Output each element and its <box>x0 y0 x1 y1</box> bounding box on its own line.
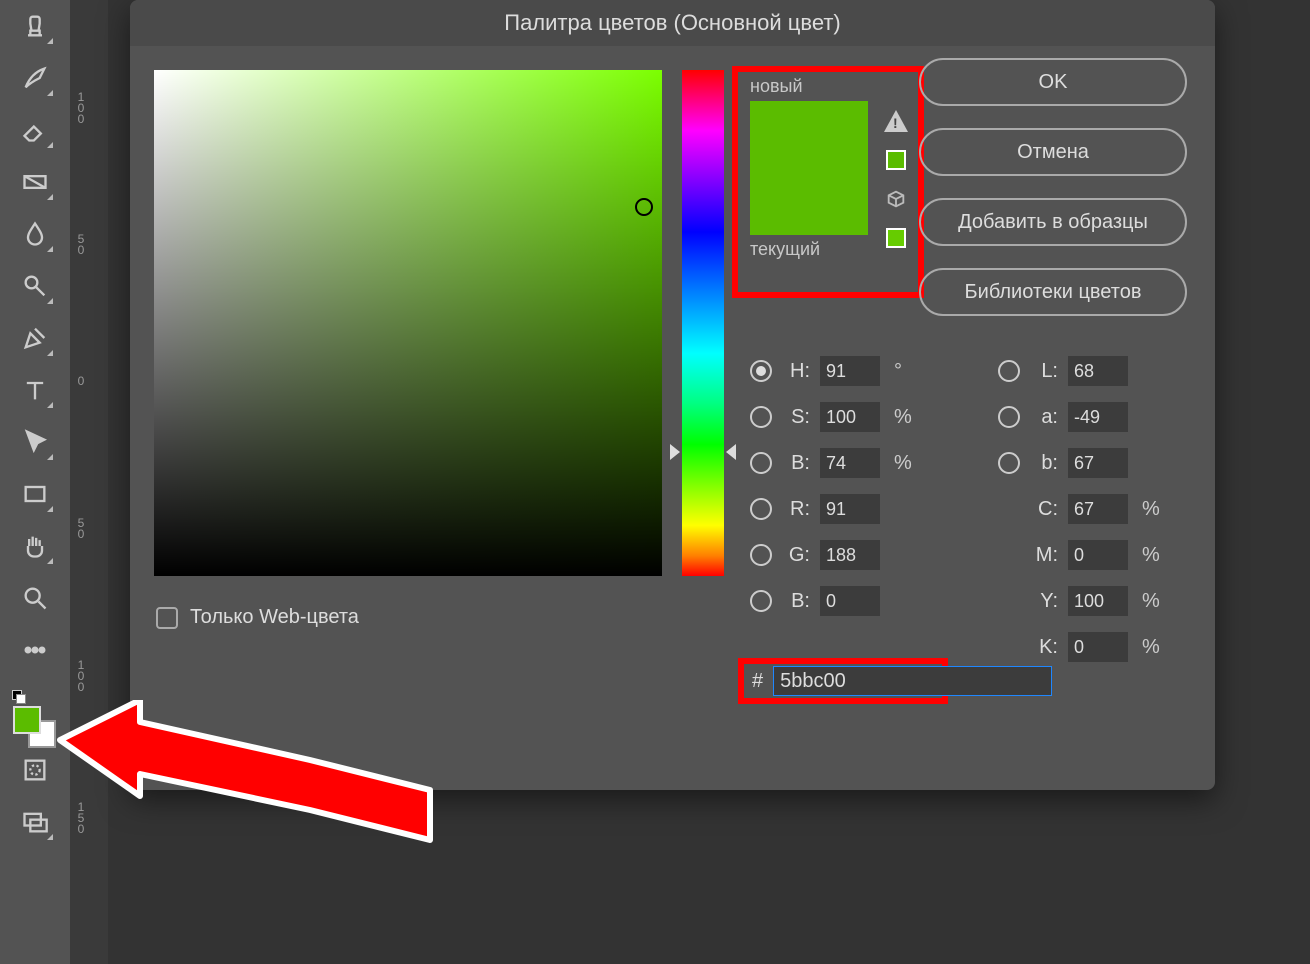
color-swatches[interactable] <box>10 688 60 738</box>
r-input[interactable] <box>820 494 880 524</box>
foreground-swatch[interactable] <box>13 706 41 734</box>
k-unit: % <box>1142 636 1166 659</box>
new-current-swatch[interactable] <box>750 101 868 235</box>
zoom-tool-icon[interactable] <box>15 578 55 618</box>
tool-strip <box>0 0 70 964</box>
eraser-tool-icon[interactable] <box>15 110 55 150</box>
h-label: H: <box>786 360 810 383</box>
ruler-tick: 100 <box>74 90 88 123</box>
cancel-button[interactable]: Отмена <box>919 128 1187 176</box>
b-hsb-radio[interactable] <box>750 452 772 474</box>
stamp-tool-icon[interactable] <box>15 6 55 46</box>
c-unit: % <box>1142 498 1166 521</box>
s-radio[interactable] <box>750 406 772 428</box>
m-unit: % <box>1142 544 1166 567</box>
default-colors-icon[interactable] <box>12 690 26 704</box>
m-label: M: <box>1034 544 1058 567</box>
k-input[interactable] <box>1068 632 1128 662</box>
hue-slider[interactable] <box>682 70 724 576</box>
hex-input[interactable] <box>773 666 1052 696</box>
b-rgb-radio[interactable] <box>750 590 772 612</box>
b-rgb-label: B: <box>786 590 810 613</box>
ruler-tick: 100 <box>74 658 88 691</box>
s-unit: % <box>894 406 918 429</box>
ok-button[interactable]: OK <box>919 58 1187 106</box>
screen-mode-icon[interactable] <box>15 802 55 842</box>
k-label: K: <box>1034 636 1058 659</box>
b-lab-label: b: <box>1034 452 1058 475</box>
h-input[interactable] <box>820 356 880 386</box>
b-lab-input[interactable] <box>1068 448 1128 478</box>
h-unit: ° <box>894 360 918 383</box>
websafe-warning-icon[interactable] <box>885 188 907 210</box>
s-input[interactable] <box>820 402 880 432</box>
r-label: R: <box>786 498 810 521</box>
dodge-tool-icon[interactable] <box>15 266 55 306</box>
l-input[interactable] <box>1068 356 1128 386</box>
history-brush-tool-icon[interactable] <box>15 58 55 98</box>
g-input[interactable] <box>820 540 880 570</box>
web-colors-label: Только Web-цвета <box>190 606 359 629</box>
g-radio[interactable] <box>750 544 772 566</box>
gamut-corrected-swatch[interactable] <box>886 150 906 170</box>
l-label: L: <box>1034 360 1058 383</box>
hue-slider-handle-icon[interactable] <box>670 444 680 460</box>
color-values-grid: H: ° L: S: % a: B: % b: <box>750 356 1166 662</box>
color-field-cursor-icon[interactable] <box>635 198 653 216</box>
add-to-swatches-button[interactable]: Добавить в образцы <box>919 198 1187 246</box>
type-tool-icon[interactable] <box>15 370 55 410</box>
new-color-label: новый <box>750 76 916 97</box>
h-radio[interactable] <box>750 360 772 382</box>
ruler-tick: 150 <box>74 800 88 833</box>
s-label: S: <box>786 406 810 429</box>
y-input[interactable] <box>1068 586 1128 616</box>
ruler-tick: 50 <box>74 232 88 254</box>
a-radio[interactable] <box>998 406 1020 428</box>
vertical-ruler: 100 50 0 50 100 150 <box>70 0 108 964</box>
a-label: a: <box>1034 406 1058 429</box>
c-label: C: <box>1034 498 1058 521</box>
g-label: G: <box>786 544 810 567</box>
c-input[interactable] <box>1068 494 1128 524</box>
rectangle-tool-icon[interactable] <box>15 474 55 514</box>
y-label: Y: <box>1034 590 1058 613</box>
y-unit: % <box>1142 590 1166 613</box>
blur-tool-icon[interactable] <box>15 214 55 254</box>
b-hsb-label: B: <box>786 452 810 475</box>
l-radio[interactable] <box>998 360 1020 382</box>
color-libraries-button[interactable]: Библиотеки цветов <box>919 268 1187 316</box>
b-hsb-unit: % <box>894 452 918 475</box>
quick-mask-icon[interactable] <box>15 750 55 790</box>
hue-slider-handle-icon[interactable] <box>726 444 736 460</box>
hex-label: # <box>752 670 763 693</box>
ruler-tick: 0 <box>74 374 88 385</box>
pen-tool-icon[interactable] <box>15 318 55 358</box>
web-colors-checkbox[interactable] <box>156 607 178 629</box>
gradient-tool-icon[interactable] <box>15 162 55 202</box>
hand-tool-icon[interactable] <box>15 526 55 566</box>
websafe-swatch[interactable] <box>886 228 906 248</box>
ruler-tick: 50 <box>74 516 88 538</box>
hex-field-highlight: # <box>738 658 948 704</box>
a-input[interactable] <box>1068 402 1128 432</box>
more-tools-icon[interactable] <box>15 630 55 670</box>
path-selection-tool-icon[interactable] <box>15 422 55 462</box>
m-input[interactable] <box>1068 540 1128 570</box>
color-picker-dialog: Палитра цветов (Основной цвет) новый тек… <box>130 0 1215 790</box>
gamut-warning-icon[interactable] <box>884 110 908 132</box>
dialog-title: Палитра цветов (Основной цвет) <box>130 0 1215 46</box>
color-field[interactable] <box>154 70 662 576</box>
b-rgb-input[interactable] <box>820 586 880 616</box>
b-lab-radio[interactable] <box>998 452 1020 474</box>
b-hsb-input[interactable] <box>820 448 880 478</box>
r-radio[interactable] <box>750 498 772 520</box>
